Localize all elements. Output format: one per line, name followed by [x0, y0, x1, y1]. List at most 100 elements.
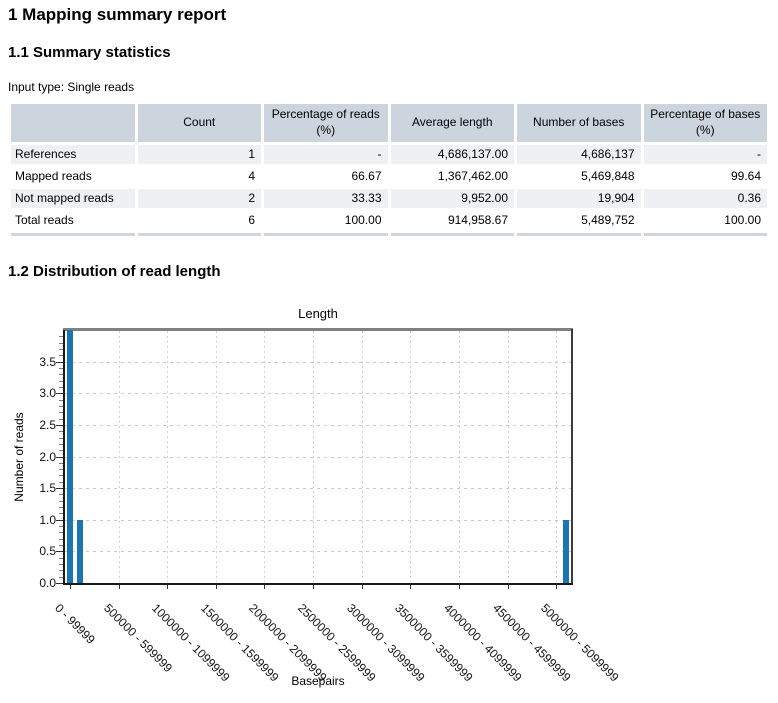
x-axis-line [63, 583, 573, 585]
gridline-vertical [264, 331, 265, 582]
y-minor-tick [59, 482, 63, 483]
column-header-number-of-bases: Number of bases [517, 104, 641, 142]
gridline-vertical [410, 331, 411, 582]
y-minor-tick [59, 532, 63, 533]
y-major-tick [56, 457, 63, 458]
column-header-average-length: Average length [391, 104, 515, 142]
cell-value: 5,489,752 [517, 211, 641, 230]
y-tick-label: 2.0 [16, 450, 56, 464]
y-minor-tick [59, 400, 63, 401]
y-minor-tick [59, 526, 63, 527]
y-minor-tick [59, 419, 63, 420]
table-bottom-border-row [11, 233, 767, 236]
y-minor-tick [59, 577, 63, 578]
table-bottom-border [644, 233, 768, 236]
cell-value: 5,469,848 [517, 167, 641, 186]
table-row: Not mapped reads 2 33.33 9,952.00 19,904… [11, 189, 767, 208]
cell-value: 6 [138, 211, 262, 230]
gridline-vertical [216, 331, 217, 582]
y-tick-label: 0.0 [16, 576, 56, 590]
y-minor-tick [59, 463, 63, 464]
table-row: Total reads 6 100.00 914,958.67 5,489,75… [11, 211, 767, 230]
cell-value: 1,367,462.00 [391, 167, 515, 186]
y-tick-label: 1.0 [16, 513, 56, 527]
gridline-vertical [362, 331, 363, 582]
section-heading-summary-statistics: 1.1 Summary statistics [8, 44, 171, 61]
y-minor-tick [59, 438, 63, 439]
table-bottom-border [138, 233, 262, 236]
y-major-tick [56, 425, 63, 426]
x-tick [216, 585, 217, 589]
gridline-vertical [459, 331, 460, 582]
table-bottom-border [391, 233, 515, 236]
table-bottom-border [11, 233, 135, 236]
table-header-row: Count Percentage of reads (%) Average le… [11, 104, 767, 142]
y-minor-tick [59, 381, 63, 382]
y-minor-tick [59, 374, 63, 375]
y-minor-tick [59, 570, 63, 571]
gridline-horizontal [65, 457, 571, 458]
x-tick [508, 585, 509, 589]
histogram-bar [77, 520, 83, 583]
column-header-count: Count [138, 104, 262, 142]
gridline-horizontal [65, 425, 571, 426]
gridline-vertical [508, 331, 509, 582]
cell-value: 2 [138, 189, 262, 208]
y-minor-tick [59, 539, 63, 540]
column-header-blank [11, 104, 135, 142]
input-type-text: Input type: Single reads [8, 80, 134, 94]
chart-title: Length [65, 306, 571, 321]
y-minor-tick [59, 406, 63, 407]
y-minor-tick [59, 349, 63, 350]
y-minor-tick [59, 368, 63, 369]
cell-value: 66.67 [264, 167, 388, 186]
y-minor-tick [59, 513, 63, 514]
y-minor-tick [59, 343, 63, 344]
table-bottom-border [264, 233, 388, 236]
mapping-summary-report: 1 Mapping summary report 1.1 Summary sta… [0, 0, 778, 703]
table-row: Mapped reads 4 66.67 1,367,462.00 5,469,… [11, 167, 767, 186]
report-title: 1 Mapping summary report [8, 5, 226, 25]
column-header-percentage-of-reads: Percentage of reads (%) [264, 104, 388, 142]
x-tick [556, 585, 557, 589]
cell-value: 914,958.67 [391, 211, 515, 230]
cell-value: 19,904 [517, 189, 641, 208]
x-tick [459, 585, 460, 589]
x-tick [410, 585, 411, 589]
row-label: Mapped reads [11, 167, 135, 186]
y-major-tick [56, 393, 63, 394]
gridline-vertical [556, 331, 557, 582]
y-tick-label: 3.5 [16, 355, 56, 369]
y-tick-label: 1.5 [16, 481, 56, 495]
y-minor-tick [59, 469, 63, 470]
gridline-horizontal [65, 551, 571, 552]
cell-value: 0.36 [644, 189, 768, 208]
y-minor-tick [59, 494, 63, 495]
cell-value: 100.00 [644, 211, 768, 230]
cell-value: 4,686,137 [517, 145, 641, 164]
y-minor-tick [59, 412, 63, 413]
row-label: References [11, 145, 135, 164]
y-minor-tick [59, 450, 63, 451]
cell-value: - [264, 145, 388, 164]
y-minor-tick [59, 444, 63, 445]
y-minor-tick [59, 387, 63, 388]
y-tick-label: 2.5 [16, 418, 56, 432]
gridline-vertical [167, 331, 168, 582]
plot-frame-top [63, 328, 573, 331]
y-minor-tick [59, 564, 63, 565]
cell-value: 100.00 [264, 211, 388, 230]
x-tick-label: 0 - 99999 [52, 601, 98, 647]
plot-frame-right [571, 329, 573, 585]
gridline-horizontal [65, 520, 571, 521]
y-minor-tick [59, 501, 63, 502]
y-major-tick [56, 520, 63, 521]
summary-statistics-table: Count Percentage of reads (%) Average le… [8, 101, 770, 239]
gridline-vertical [119, 331, 120, 582]
y-tick-label: 3.0 [16, 386, 56, 400]
y-minor-tick [59, 507, 63, 508]
cell-value: 33.33 [264, 189, 388, 208]
row-label: Total reads [11, 211, 135, 230]
histogram-bar [67, 330, 73, 583]
read-length-histogram: Length Number of reads 0.00.51.01.52.02.… [0, 295, 778, 703]
